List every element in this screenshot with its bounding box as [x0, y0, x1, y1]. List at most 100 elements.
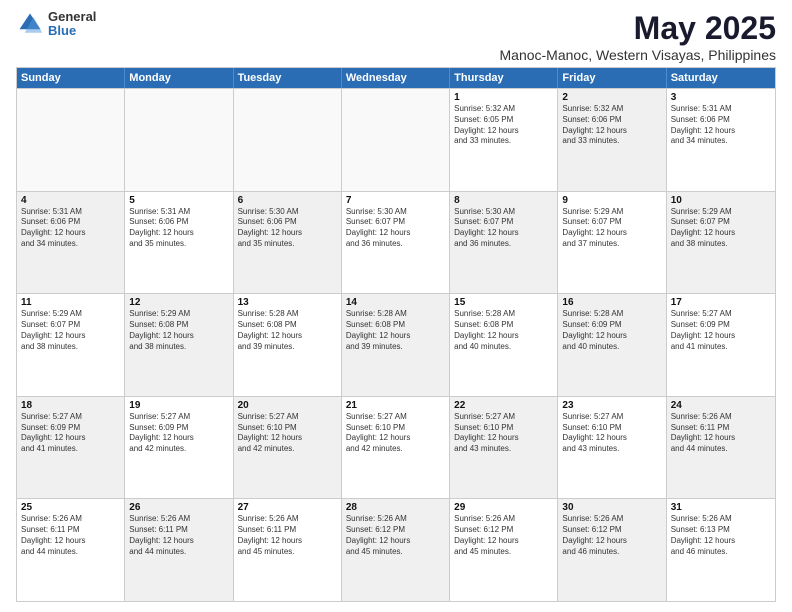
- logo-general-label: General: [48, 10, 96, 24]
- day-cell-21: 21Sunrise: 5:27 AM Sunset: 6:10 PM Dayli…: [342, 397, 450, 499]
- day-info: Sunrise: 5:26 AM Sunset: 6:11 PM Dayligh…: [21, 514, 120, 557]
- day-info: Sunrise: 5:26 AM Sunset: 6:12 PM Dayligh…: [562, 514, 661, 557]
- logo-text: General Blue: [48, 10, 96, 39]
- day-number: 24: [671, 400, 771, 411]
- header-day-tuesday: Tuesday: [234, 68, 342, 88]
- day-cell-15: 15Sunrise: 5:28 AM Sunset: 6:08 PM Dayli…: [450, 294, 558, 396]
- day-number: 17: [671, 297, 771, 308]
- day-info: Sunrise: 5:26 AM Sunset: 6:12 PM Dayligh…: [454, 514, 553, 557]
- day-number: 30: [562, 502, 661, 513]
- day-number: 19: [129, 400, 228, 411]
- day-info: Sunrise: 5:28 AM Sunset: 6:08 PM Dayligh…: [454, 309, 553, 352]
- calendar-week-5: 25Sunrise: 5:26 AM Sunset: 6:11 PM Dayli…: [17, 498, 775, 601]
- day-info: Sunrise: 5:29 AM Sunset: 6:07 PM Dayligh…: [671, 207, 771, 250]
- day-cell-3: 3Sunrise: 5:31 AM Sunset: 6:06 PM Daylig…: [667, 89, 775, 191]
- calendar-week-4: 18 Sunrise: 5:27 AM Sunset: 6:09 PM Dayli…: [17, 396, 775, 499]
- day-cell-29: 29Sunrise: 5:26 AM Sunset: 6:12 PM Dayli…: [450, 499, 558, 601]
- calendar-body: 1Sunrise: 5:32 AM Sunset: 6:05 PM Daylig…: [17, 88, 775, 601]
- day-info: Sunrise: 5:26 AM Sunset: 6:12 PM Dayligh…: [346, 514, 445, 557]
- header-day-saturday: Saturday: [667, 68, 775, 88]
- header-day-monday: Monday: [125, 68, 233, 88]
- day-info: Sunrise: 5:28 AM Sunset: 6:08 PM Dayligh…: [346, 309, 445, 352]
- day-info: Sunrise: 5:31 AM Sunset: 6:06 PM Dayligh…: [129, 207, 228, 250]
- day-info: Sunrise: 5:27 AM Sunset: 6:10 PM Dayligh…: [562, 412, 661, 455]
- day-info: Sunrise: 5:31 AM Sunset: 6:06 PM Dayligh…: [21, 207, 120, 250]
- calendar-week-1: 1Sunrise: 5:32 AM Sunset: 6:05 PM Daylig…: [17, 88, 775, 191]
- day-info: Sunrise: 5:28 AM Sunset: 6:09 PM Dayligh…: [562, 309, 661, 352]
- day-number: 1: [454, 92, 553, 103]
- day-number: 2: [562, 92, 661, 103]
- day-info: Sunrise: 5:27 AM Sunset: 6:10 PM Dayligh…: [454, 412, 553, 455]
- logo-blue-label: Blue: [48, 24, 96, 38]
- day-number: 14: [346, 297, 445, 308]
- day-info: Sunrise: 5:27 AM Sunset: 6:09 PM Dayligh…: [129, 412, 228, 455]
- day-number: 31: [671, 502, 771, 513]
- day-number: 29: [454, 502, 553, 513]
- day-number: 13: [238, 297, 337, 308]
- day-number: 22: [454, 400, 553, 411]
- day-cell-17: 17Sunrise: 5:27 AM Sunset: 6:09 PM Dayli…: [667, 294, 775, 396]
- day-cell-23: 23Sunrise: 5:27 AM Sunset: 6:10 PM Dayli…: [558, 397, 666, 499]
- day-number: 12: [129, 297, 228, 308]
- day-info: Sunrise: 5:29 AM Sunset: 6:07 PM Dayligh…: [562, 207, 661, 250]
- day-info: Sunrise: 5:26 AM Sunset: 6:11 PM Dayligh…: [238, 514, 337, 557]
- day-number: 20: [238, 400, 337, 411]
- day-info: Sunrise: 5:27 AM Sunset: 6:09 PM Dayligh…: [671, 309, 771, 352]
- header-day-friday: Friday: [558, 68, 666, 88]
- day-info: Sunrise: 5:28 AM Sunset: 6:08 PM Dayligh…: [238, 309, 337, 352]
- day-cell-25: 25Sunrise: 5:26 AM Sunset: 6:11 PM Dayli…: [17, 499, 125, 601]
- subtitle: Manoc-Manoc, Western Visayas, Philippine…: [500, 47, 777, 63]
- day-cell-31: 31Sunrise: 5:26 AM Sunset: 6:13 PM Dayli…: [667, 499, 775, 601]
- day-cell-10: 10Sunrise: 5:29 AM Sunset: 6:07 PM Dayli…: [667, 192, 775, 294]
- day-cell-18: 18Sunrise: 5:27 AM Sunset: 6:09 PM Dayli…: [17, 397, 125, 499]
- day-number: 27: [238, 502, 337, 513]
- day-cell-1: 1Sunrise: 5:32 AM Sunset: 6:05 PM Daylig…: [450, 89, 558, 191]
- day-info: Sunrise: 5:27 AM Sunset: 6:10 PM Dayligh…: [346, 412, 445, 455]
- day-cell-8: 8Sunrise: 5:30 AM Sunset: 6:07 PM Daylig…: [450, 192, 558, 294]
- day-number: 25: [21, 502, 120, 513]
- day-cell-7: 7Sunrise: 5:30 AM Sunset: 6:07 PM Daylig…: [342, 192, 450, 294]
- day-number: 23: [562, 400, 661, 411]
- day-info: Sunrise: 5:31 AM Sunset: 6:06 PM Dayligh…: [671, 104, 771, 147]
- logo: General Blue: [16, 10, 96, 39]
- day-number: 26: [129, 502, 228, 513]
- day-number: 9: [562, 195, 661, 206]
- day-cell-5: 5Sunrise: 5:31 AM Sunset: 6:06 PM Daylig…: [125, 192, 233, 294]
- calendar: SundayMondayTuesdayWednesdayThursdayFrid…: [16, 67, 776, 602]
- day-number: 18: [21, 400, 120, 411]
- day-cell-14: 14Sunrise: 5:28 AM Sunset: 6:08 PM Dayli…: [342, 294, 450, 396]
- day-cell-22: 22Sunrise: 5:27 AM Sunset: 6:10 PM Dayli…: [450, 397, 558, 499]
- day-cell-9: 9Sunrise: 5:29 AM Sunset: 6:07 PM Daylig…: [558, 192, 666, 294]
- day-info: Sunrise: 5:29 AM Sunset: 6:08 PM Dayligh…: [129, 309, 228, 352]
- day-number: 7: [346, 195, 445, 206]
- header: General Blue May 2025 Manoc-Manoc, Weste…: [16, 10, 776, 63]
- day-info: Sunrise: 5:27 AM Sunset: 6:10 PM Dayligh…: [238, 412, 337, 455]
- day-cell-12: 12Sunrise: 5:29 AM Sunset: 6:08 PM Dayli…: [125, 294, 233, 396]
- day-info: Sunrise: 5:30 AM Sunset: 6:06 PM Dayligh…: [238, 207, 337, 250]
- day-number: 4: [21, 195, 120, 206]
- day-cell-6: 6Sunrise: 5:30 AM Sunset: 6:06 PM Daylig…: [234, 192, 342, 294]
- main-title: May 2025: [500, 10, 777, 47]
- day-cell-19: 19Sunrise: 5:27 AM Sunset: 6:09 PM Dayli…: [125, 397, 233, 499]
- calendar-header: SundayMondayTuesdayWednesdayThursdayFrid…: [17, 68, 775, 88]
- day-cell-2: 2Sunrise: 5:32 AM Sunset: 6:06 PM Daylig…: [558, 89, 666, 191]
- day-info: Sunrise: 5:26 AM Sunset: 6:11 PM Dayligh…: [129, 514, 228, 557]
- day-cell-16: 16Sunrise: 5:28 AM Sunset: 6:09 PM Dayli…: [558, 294, 666, 396]
- empty-cell-0-0: [17, 89, 125, 191]
- day-number: 11: [21, 297, 120, 308]
- day-info: Sunrise: 5:26 AM Sunset: 6:13 PM Dayligh…: [671, 514, 771, 557]
- day-number: 16: [562, 297, 661, 308]
- day-cell-28: 28Sunrise: 5:26 AM Sunset: 6:12 PM Dayli…: [342, 499, 450, 601]
- day-number: 6: [238, 195, 337, 206]
- day-cell-27: 27Sunrise: 5:26 AM Sunset: 6:11 PM Dayli…: [234, 499, 342, 601]
- day-cell-13: 13Sunrise: 5:28 AM Sunset: 6:08 PM Dayli…: [234, 294, 342, 396]
- day-info: Sunrise: 5:32 AM Sunset: 6:05 PM Dayligh…: [454, 104, 553, 147]
- header-day-sunday: Sunday: [17, 68, 125, 88]
- day-number: 3: [671, 92, 771, 103]
- header-day-thursday: Thursday: [450, 68, 558, 88]
- empty-cell-0-1: [125, 89, 233, 191]
- title-block: May 2025 Manoc-Manoc, Western Visayas, P…: [500, 10, 777, 63]
- day-cell-26: 26Sunrise: 5:26 AM Sunset: 6:11 PM Dayli…: [125, 499, 233, 601]
- day-info: Sunrise: 5:26 AM Sunset: 6:11 PM Dayligh…: [671, 412, 771, 455]
- day-cell-20: 20Sunrise: 5:27 AM Sunset: 6:10 PM Dayli…: [234, 397, 342, 499]
